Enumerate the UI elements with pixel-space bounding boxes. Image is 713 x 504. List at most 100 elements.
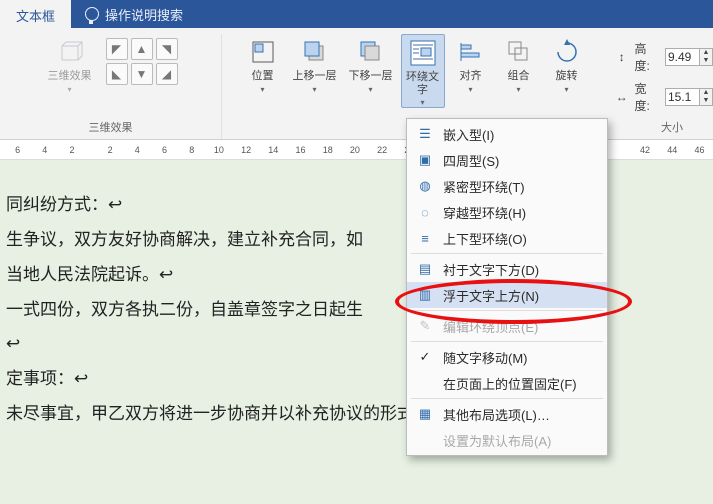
ruler-tick: 20: [341, 145, 368, 155]
menu-fix-position[interactable]: 在页面上的位置固定(F): [407, 370, 607, 396]
menu-label: 在页面上的位置固定(F): [443, 374, 577, 393]
wrap-text-label: 环绕文 字: [406, 71, 439, 96]
menu-set-default-layout: 设置为默认布局(A): [407, 427, 607, 453]
ruler-tick: 16: [287, 145, 314, 155]
menu-label: 上下型环绕(O): [443, 229, 527, 248]
menu-edit-wrap-points: ✎ 编辑环绕顶点(E): [407, 313, 607, 339]
tilt-down-right-button[interactable]: ◢: [156, 63, 178, 85]
align-button[interactable]: 对齐 ▾: [449, 34, 493, 94]
wrap-text-button[interactable]: 环绕文 字 ▾: [401, 34, 445, 108]
bring-forward-label: 上移一层: [293, 70, 337, 83]
menu-label: 四周型(S): [443, 151, 499, 170]
send-backward-icon: [358, 39, 384, 65]
menu-separator: [411, 310, 603, 311]
menu-separator: [411, 253, 603, 254]
tilt-down-left-button[interactable]: ◣: [106, 63, 128, 85]
menu-behind-text[interactable]: ▤ 衬于文字下方(D): [407, 256, 607, 282]
menu-label: 编辑环绕顶点(E): [443, 317, 538, 336]
group-label-3d: 三维效果: [89, 119, 133, 139]
chevron-down-icon: ▾: [368, 85, 372, 94]
menu-label: 随文字移动(M): [443, 348, 528, 367]
wrap-topbottom-icon: ≡: [415, 229, 435, 247]
height-up[interactable]: ▲: [700, 49, 712, 57]
menu-square[interactable]: ▣ 四周型(S): [407, 147, 607, 173]
wrap-inline-icon: ☰: [415, 125, 435, 143]
tilt-up-right-button[interactable]: ◥: [156, 38, 178, 60]
rotate-button[interactable]: 旋转 ▾: [545, 34, 589, 94]
height-label: 高度:: [634, 40, 661, 74]
tilt-down-button[interactable]: ▼: [131, 63, 153, 85]
tell-me-placeholder: 操作说明搜索: [105, 5, 183, 24]
menu-in-front-of-text[interactable]: ▥ 浮于文字上方(N): [407, 282, 607, 308]
align-icon: [458, 39, 484, 65]
width-down[interactable]: ▼: [700, 97, 712, 105]
three-d-effect-button[interactable]: 三维效果 ▾: [44, 34, 96, 94]
three-d-tilt-cluster: ◤ ▲ ◥ ◣ ▼ ◢: [106, 38, 178, 85]
chevron-down-icon: ▾: [564, 85, 568, 94]
menu-separator: [411, 341, 603, 342]
ruler-tick: 2: [58, 145, 85, 155]
send-backward-label: 下移一层: [349, 70, 393, 83]
group-label-size: 大小: [661, 119, 713, 139]
wrap-square-icon: ▣: [415, 151, 435, 169]
menu-move-with-text[interactable]: ✓ 随文字移动(M): [407, 344, 607, 370]
group-shapes-icon: [506, 39, 532, 65]
menu-tight[interactable]: ◍ 紧密型环绕(T): [407, 173, 607, 199]
ruler-tick: 4: [31, 145, 58, 155]
width-up[interactable]: ▲: [700, 89, 712, 97]
height-spinner[interactable]: ▲▼: [665, 48, 713, 66]
wrap-text-dropdown: ☰ 嵌入型(I) ▣ 四周型(S) ◍ 紧密型环绕(T) ◌ 穿越型环绕(H) …: [406, 118, 608, 456]
wrap-tight-icon: ◍: [415, 177, 435, 195]
group-3d-effect: 三维效果 ▾ ◤ ▲ ◥ ◣ ▼ ◢ 三维效果: [0, 34, 222, 139]
tab-label: 文本框: [16, 9, 55, 24]
chevron-down-icon: ▾: [260, 85, 264, 94]
menu-label: 浮于文字上方(N): [443, 286, 539, 305]
menu-label: 穿越型环绕(H): [443, 203, 526, 222]
chevron-down-icon: ▾: [67, 85, 71, 94]
height-row: ↕ 高度: ▲▼: [613, 40, 713, 74]
width-row: ↔ 宽度: ▲▼: [613, 80, 713, 114]
menu-topbottom[interactable]: ≡ 上下型环绕(O): [407, 225, 607, 251]
ruler-tick: 6: [151, 145, 178, 155]
dialog-launcher-icon: ▦: [415, 405, 435, 423]
height-input[interactable]: [665, 48, 699, 66]
chevron-down-icon: ▾: [420, 98, 424, 107]
position-icon: [250, 39, 276, 65]
tab-textbox[interactable]: 文本框: [0, 0, 71, 28]
width-spinner[interactable]: ▲▼: [665, 88, 713, 106]
send-backward-button[interactable]: 下移一层 ▾: [345, 34, 397, 94]
menu-label: 其他布局选项(L)…: [443, 405, 550, 424]
ruler-tick: 18: [314, 145, 341, 155]
menu-inline[interactable]: ☰ 嵌入型(I): [407, 121, 607, 147]
width-label: 宽度:: [634, 80, 661, 114]
menu-label: 紧密型环绕(T): [443, 177, 525, 196]
position-label: 位置: [252, 70, 274, 83]
menu-more-layout-options[interactable]: ▦ 其他布局选项(L)…: [407, 401, 607, 427]
height-down[interactable]: ▼: [700, 57, 712, 65]
ruler-tick: 12: [233, 145, 260, 155]
menu-separator: [411, 398, 603, 399]
lightbulb-icon: [85, 7, 99, 21]
ruler-tick: 8: [178, 145, 205, 155]
tilt-up-button[interactable]: ▲: [131, 38, 153, 60]
three-d-effect-label: 三维效果: [48, 70, 92, 83]
tell-me-search[interactable]: 操作说明搜索: [71, 0, 183, 28]
wrap-through-icon: ◌: [415, 203, 435, 221]
titlebar: 文本框 操作说明搜索: [0, 0, 713, 28]
group-label: 组合: [508, 70, 530, 83]
tilt-up-left-button[interactable]: ◤: [106, 38, 128, 60]
chevron-down-icon: ▾: [516, 85, 520, 94]
menu-through[interactable]: ◌ 穿越型环绕(H): [407, 199, 607, 225]
menu-label: 设置为默认布局(A): [443, 431, 551, 450]
align-label: 对齐: [460, 70, 482, 83]
position-button[interactable]: 位置 ▾: [241, 34, 285, 94]
ruler-tick: 44: [659, 145, 686, 155]
menu-label: 衬于文字下方(D): [443, 260, 539, 279]
wrap-front-icon: ▥: [415, 286, 435, 304]
bring-forward-button[interactable]: 上移一层 ▾: [289, 34, 341, 94]
group-button[interactable]: 组合 ▾: [497, 34, 541, 94]
bring-forward-icon: [302, 39, 328, 65]
cube-icon: [56, 38, 84, 66]
width-input[interactable]: [665, 88, 699, 106]
wrap-text-icon: [409, 39, 437, 67]
